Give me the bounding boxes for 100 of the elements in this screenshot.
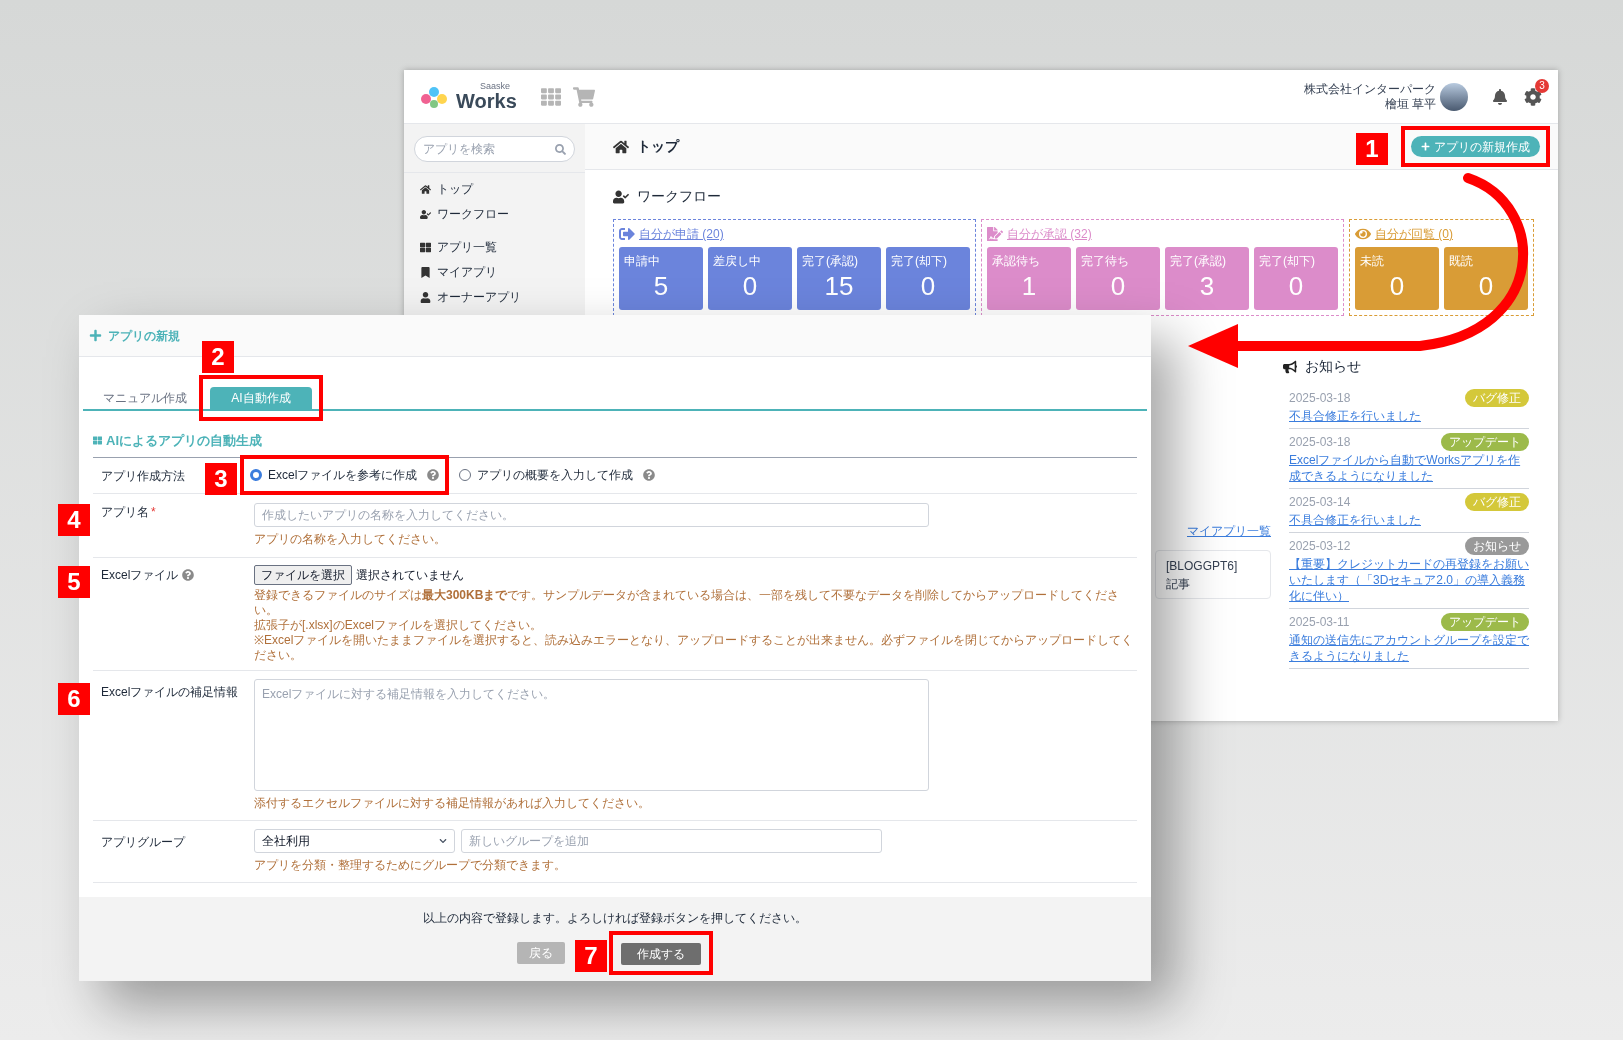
footer-message: 以上の内容で登録します。よろしければ登録ボタンを押してください。	[423, 909, 807, 927]
help-icon[interactable]	[182, 568, 195, 581]
exit-icon	[619, 226, 635, 242]
dialog-title: アプリの新規	[108, 327, 180, 345]
notice-tag: バグ修正	[1465, 493, 1529, 511]
notice-date: 2025-03-11	[1289, 614, 1350, 631]
workflow-link[interactable]: 自分が申請 (20)	[639, 225, 724, 243]
app-name-field[interactable]: 作成したいアプリの名称を入力してください。	[254, 502, 929, 527]
notice-date: 2025-03-14	[1289, 494, 1351, 511]
cart-icon[interactable]	[572, 85, 595, 108]
eye-icon	[1355, 226, 1371, 242]
avatar[interactable]	[1440, 82, 1468, 111]
user-name: 檜垣 草平	[1384, 96, 1436, 112]
group-select[interactable]: 全社利用	[254, 828, 455, 853]
notification-icon[interactable]	[1492, 88, 1508, 105]
section-title: AIによるアプリの自動生成	[106, 432, 262, 450]
help-icon[interactable]	[427, 469, 440, 481]
search-placeholder: アプリを検索	[423, 141, 496, 158]
workflow-card[interactable]: 差戻し中 0	[708, 247, 792, 310]
notice-link[interactable]: 通知の送信先にアカウントグループを設定できるようになりました	[1289, 632, 1529, 664]
company-name: 株式会社インターパーク	[1304, 81, 1436, 97]
radio-button[interactable]	[459, 469, 472, 481]
notice-tag: バグ修正	[1465, 389, 1529, 407]
new-group-field[interactable]: 新しいグループを追加	[461, 828, 882, 853]
step-number: 6	[58, 682, 90, 715]
back-button[interactable]: 戻る	[517, 941, 565, 964]
workflow-card[interactable]: 完了(承認) 3	[1165, 247, 1249, 310]
user-check-icon	[420, 208, 431, 220]
workflow-link[interactable]: 自分が承認 (32)	[1007, 225, 1092, 243]
step-number: 1	[1356, 133, 1388, 165]
step-number: 3	[205, 463, 237, 495]
my-apps-link[interactable]: マイアプリ一覧	[1187, 522, 1271, 540]
notice-link[interactable]: 不具合修正を行いました	[1289, 512, 1529, 528]
user-icon	[420, 291, 431, 303]
tab[interactable]: マニュアル作成	[95, 387, 195, 409]
sidebar-item[interactable]: オーナーアプリ	[404, 286, 585, 308]
notice-date: 2025-03-18	[1289, 390, 1351, 407]
tab[interactable]: AI自動作成	[210, 387, 312, 409]
supplement-textarea[interactable]: Excelファイルに対する補足情報を入力してください。	[254, 678, 929, 791]
settings-icon[interactable]	[1524, 87, 1542, 106]
field-label: アプリ名	[101, 503, 149, 521]
home-icon	[420, 183, 431, 195]
sidebar-item[interactable]: アプリ一覧	[404, 236, 585, 258]
plus-icon	[1421, 142, 1430, 151]
help-text: 拡張子が[.xlsx]のExcelファイルを選択してください。	[254, 617, 543, 633]
app-category: 記事	[1166, 575, 1191, 593]
help-icon[interactable]	[643, 469, 656, 481]
search-icon[interactable]	[555, 143, 566, 155]
apps-grid-icon[interactable]	[540, 86, 561, 107]
new-app-button[interactable]: アプリの新規作成	[1411, 136, 1540, 157]
create-button[interactable]: 作成する	[621, 942, 701, 965]
card-count: 3	[1199, 273, 1215, 299]
file-status: 選択されていません	[356, 566, 464, 584]
notice-link[interactable]: 不具合修正を行いました	[1289, 408, 1529, 424]
sidebar-item[interactable]: トップ	[404, 178, 585, 200]
grid-icon	[420, 241, 431, 253]
card-count: 15	[824, 273, 854, 299]
radio-label[interactable]: Excelファイルを参考に作成	[268, 466, 418, 484]
radio-button[interactable]	[250, 469, 262, 481]
signature-icon	[987, 226, 1003, 242]
notice-tag: アップデート	[1441, 613, 1529, 631]
card-count: 1	[1021, 273, 1037, 299]
notices-title: お知らせ	[1305, 357, 1361, 376]
help-text: ※Excelファイルを開いたままファイルを選択すると、読み込みエラーとなり、アップロードすることが出来ません。必ずファイルを閉じてからアップロードしてください。	[254, 632, 1135, 663]
logo-text: Works	[456, 91, 517, 111]
card-count: 0	[1389, 273, 1405, 299]
workflow-card[interactable]: 完了待ち 0	[1076, 247, 1160, 310]
app-card[interactable]: [BLOGGPT6] 記事	[1155, 550, 1271, 599]
required-mark: *	[151, 503, 156, 521]
notice-link[interactable]: 【重要】クレジットカードの再登録をお願いいたします（「3Dセキュア2.0」の導入義務化に伴い）	[1289, 556, 1529, 604]
notice-date: 2025-03-12	[1289, 538, 1351, 555]
card-count: 0	[1110, 273, 1126, 299]
workflow-card[interactable]: 完了(却下) 0	[886, 247, 970, 310]
choose-file-button[interactable]: ファイルを選択	[254, 564, 352, 585]
page-title: トップ	[637, 137, 679, 156]
workflow-card[interactable]: 完了(却下) 0	[1254, 247, 1338, 310]
app-name: [BLOGGPT6]	[1166, 557, 1239, 575]
step-number: 2	[202, 341, 234, 373]
notice-link[interactable]: Excelファイルから自動でWorksアプリを作成できるようになりました	[1289, 452, 1529, 484]
radio-label[interactable]: アプリの概要を入力して作成	[477, 466, 634, 484]
workflow-card[interactable]: 申請中 5	[619, 247, 703, 310]
workflow-card[interactable]: 未読 0	[1355, 247, 1439, 310]
grid-icon	[93, 436, 102, 446]
chevron-down-icon	[439, 836, 447, 845]
search-field[interactable]: アプリを検索	[414, 136, 575, 162]
card-count: 0	[742, 273, 758, 299]
sidebar-item[interactable]: マイアプリ	[404, 261, 585, 283]
plus-icon	[89, 329, 102, 342]
field-label: アプリグループ	[101, 834, 185, 849]
notice-tag: アップデート	[1441, 433, 1529, 451]
workflow-link[interactable]: 自分が回覧 (0)	[1375, 225, 1453, 243]
field-label: Excelファイルの補足情報	[101, 684, 239, 699]
workflow-card[interactable]: 完了(承認) 15	[797, 247, 881, 310]
field-label: Excelファイル	[101, 566, 179, 584]
workflow-card[interactable]: 承認待ち 1	[987, 247, 1071, 310]
logo-tagline: Saaske	[480, 82, 512, 91]
bookmark-icon	[420, 266, 431, 278]
sidebar-item[interactable]: ワークフロー	[404, 203, 585, 225]
user-check-icon	[613, 188, 629, 205]
help-text: アプリの名称を入力してください。	[254, 530, 447, 548]
